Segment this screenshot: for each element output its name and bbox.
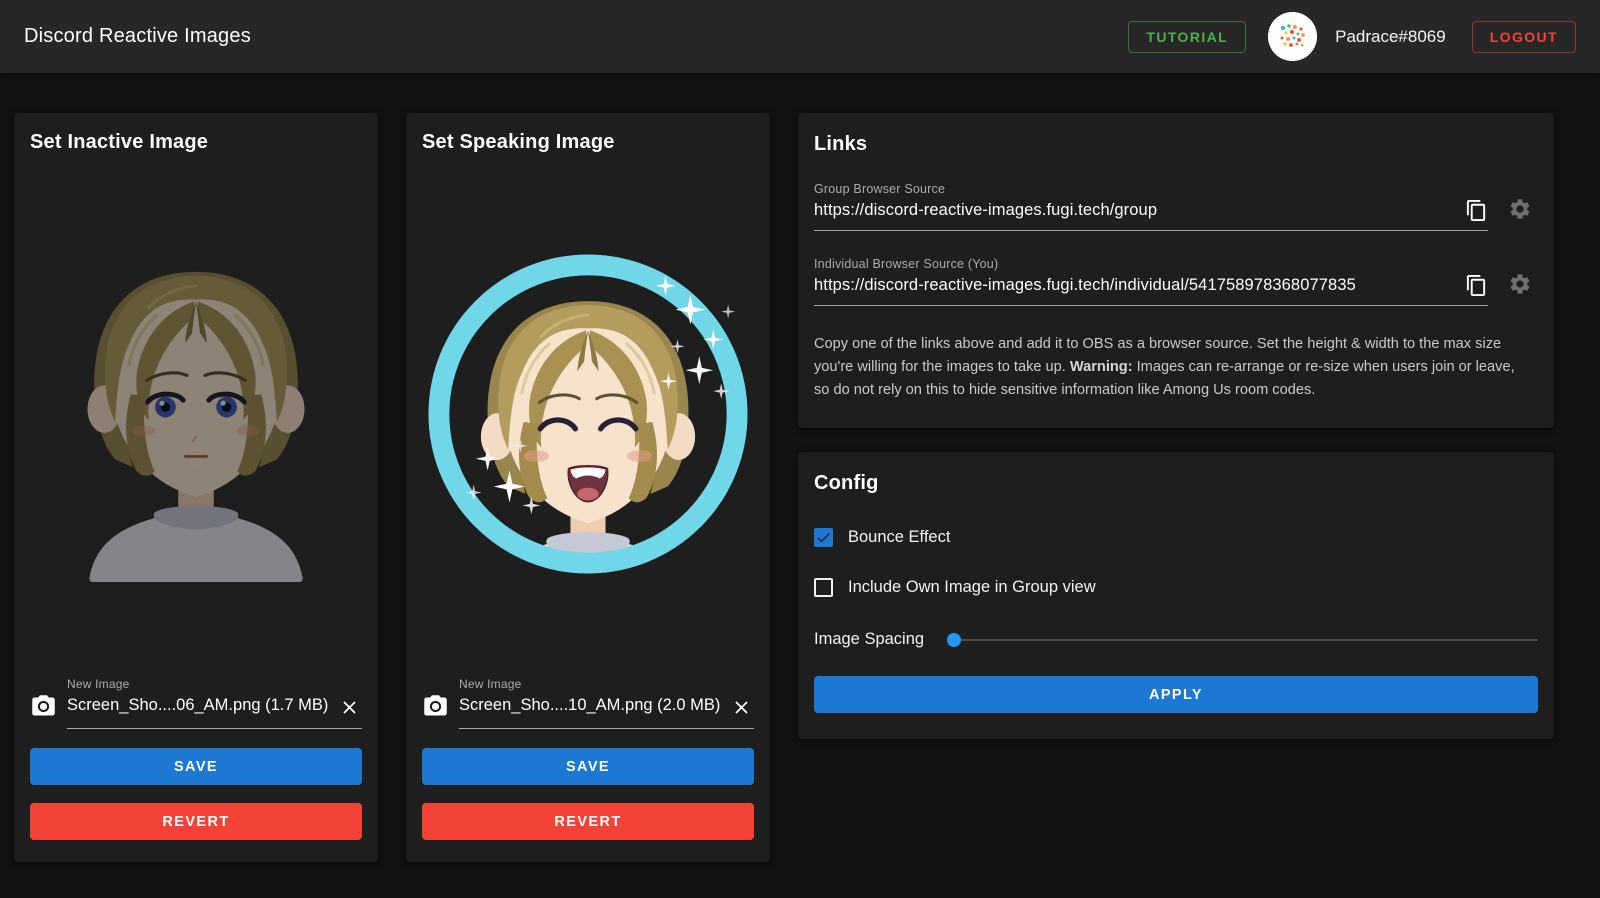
- speaking-file-row: New Image Screen_Sho....10_AM.png (2.0 M…: [422, 677, 754, 729]
- inactive-avatar-image: [48, 246, 344, 582]
- checkmark-icon: [815, 529, 832, 546]
- right-column: Links Group Browser Source https://disco…: [798, 113, 1554, 739]
- inactive-save-button[interactable]: SAVE: [30, 748, 362, 785]
- group-source-settings-button[interactable]: [1508, 197, 1532, 221]
- config-card-title: Config: [814, 472, 1538, 495]
- image-spacing-row: Image Spacing: [814, 630, 1538, 649]
- inactive-revert-button[interactable]: REVERT: [30, 803, 362, 840]
- group-source-row: Group Browser Source https://discord-rea…: [814, 182, 1538, 231]
- content-copy-icon: [1465, 199, 1488, 222]
- inactive-file-caption: New Image: [67, 677, 362, 691]
- app-header: Discord Reactive Images TUTORIAL Padrace…: [0, 0, 1600, 73]
- close-x-icon: [731, 697, 752, 718]
- note-warning-label: Warning:: [1070, 359, 1133, 375]
- bounce-effect-option[interactable]: Bounce Effect: [814, 528, 1538, 547]
- links-card: Links Group Browser Source https://disco…: [798, 113, 1554, 428]
- header-actions: TUTORIAL Padrace#8069 LOGOUT: [1128, 12, 1576, 61]
- include-own-image-option[interactable]: Include Own Image in Group view: [814, 578, 1538, 597]
- group-source-label: Group Browser Source: [814, 182, 1488, 196]
- speaking-save-button[interactable]: SAVE: [422, 748, 754, 785]
- gear-icon: [1508, 197, 1532, 221]
- content-copy-icon: [1465, 274, 1488, 297]
- confetti-avatar-icon: [1268, 12, 1317, 61]
- bounce-effect-checkbox-checked[interactable]: [814, 528, 833, 547]
- include-own-image-label: Include Own Image in Group view: [848, 578, 1096, 597]
- speaking-clear-file-button[interactable]: [729, 695, 754, 723]
- inactive-image-card: Set Inactive Image New Image Screen_Sho.…: [14, 113, 378, 862]
- speaking-avatar-image: [424, 250, 752, 578]
- group-source-copy-button[interactable]: [1465, 199, 1488, 222]
- inactive-file-name: Screen_Sho....06_AM.png (1.7 MB): [67, 693, 331, 717]
- inactive-card-title: Set Inactive Image: [30, 131, 362, 154]
- username-label: Padrace#8069: [1335, 27, 1446, 47]
- include-own-image-checkbox-unchecked[interactable]: [814, 578, 833, 597]
- individual-source-url: https://discord-reactive-images.fugi.tec…: [814, 276, 1465, 295]
- bounce-effect-label: Bounce Effect: [848, 528, 950, 547]
- speaking-image-card: Set Speaking Image: [406, 113, 770, 862]
- speaking-file-name: Screen_Sho....10_AM.png (2.0 MB): [459, 693, 723, 717]
- individual-source-copy-button[interactable]: [1465, 274, 1488, 297]
- speaking-card-title: Set Speaking Image: [422, 131, 754, 154]
- speaking-revert-button[interactable]: REVERT: [422, 803, 754, 840]
- inactive-image-zone: [30, 154, 362, 673]
- image-spacing-label: Image Spacing: [814, 630, 924, 649]
- app-title: Discord Reactive Images: [24, 25, 251, 48]
- logout-button[interactable]: LOGOUT: [1472, 21, 1576, 53]
- inactive-file-row: New Image Screen_Sho....06_AM.png (1.7 M…: [30, 677, 362, 729]
- speaking-image-zone: [422, 154, 754, 673]
- obs-instructions-note: Copy one of the links above and add it t…: [814, 333, 1524, 402]
- individual-source-label: Individual Browser Source (You): [814, 257, 1488, 271]
- apply-button[interactable]: APPLY: [814, 676, 1538, 713]
- image-spacing-slider[interactable]: [947, 633, 1538, 647]
- user-avatar: [1268, 12, 1317, 61]
- config-card: Config Bounce Effect Include Own Image i…: [798, 452, 1554, 739]
- speaking-file-field[interactable]: New Image Screen_Sho....10_AM.png (2.0 M…: [459, 677, 754, 729]
- photo-camera-icon[interactable]: [422, 693, 449, 720]
- close-x-icon: [339, 697, 360, 718]
- slider-track: [947, 639, 1538, 641]
- slider-thumb[interactable]: [947, 633, 961, 647]
- individual-source-field: Individual Browser Source (You) https://…: [814, 257, 1488, 306]
- individual-source-settings-button[interactable]: [1508, 272, 1532, 296]
- inactive-clear-file-button[interactable]: [337, 695, 362, 723]
- photo-camera-icon[interactable]: [30, 693, 57, 720]
- speaking-file-caption: New Image: [459, 677, 754, 691]
- group-source-field: Group Browser Source https://discord-rea…: [814, 182, 1488, 231]
- individual-source-row: Individual Browser Source (You) https://…: [814, 257, 1538, 306]
- inactive-file-field[interactable]: New Image Screen_Sho....06_AM.png (1.7 M…: [67, 677, 362, 729]
- main-content: Set Inactive Image New Image Screen_Sho.…: [0, 73, 1600, 862]
- group-source-url: https://discord-reactive-images.fugi.tec…: [814, 201, 1465, 220]
- gear-icon: [1508, 272, 1532, 296]
- links-card-title: Links: [814, 133, 1538, 156]
- tutorial-button[interactable]: TUTORIAL: [1128, 21, 1246, 53]
